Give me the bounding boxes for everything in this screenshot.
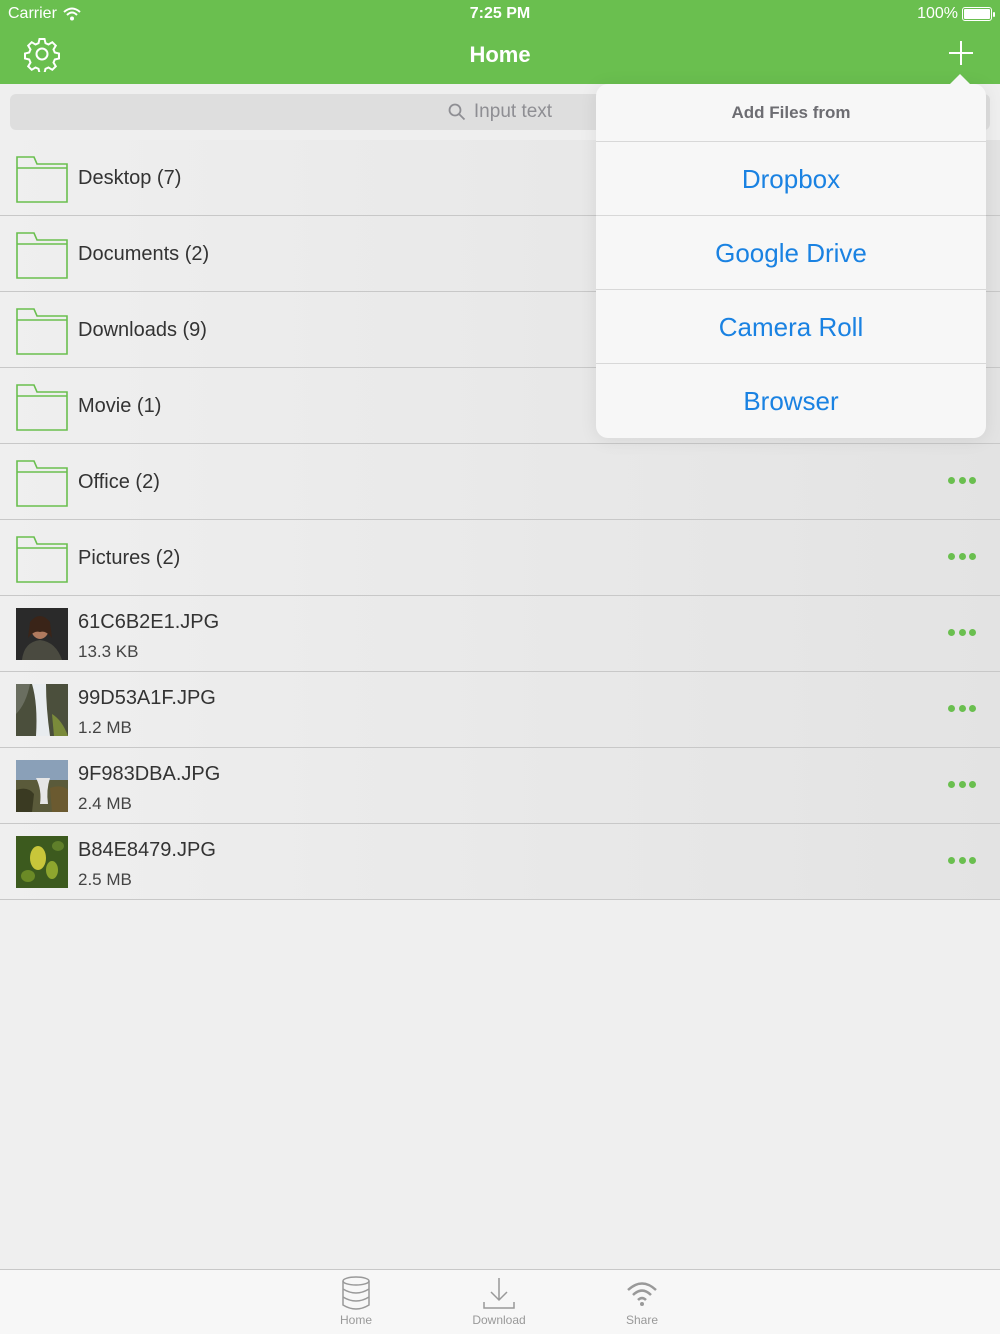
- battery-percent: 100%: [917, 5, 958, 22]
- item-name: 61C6B2E1.JPG: [78, 611, 220, 633]
- page-title: Home: [469, 42, 531, 67]
- database-icon: [342, 1276, 370, 1310]
- folder-icon: [16, 156, 68, 203]
- list-item[interactable]: 99D53A1F.JPG 1.2 MB: [0, 672, 1000, 748]
- search-icon: [448, 103, 466, 121]
- list-item[interactable]: 61C6B2E1.JPG 13.3 KB: [0, 596, 1000, 672]
- tab-label: Share: [625, 1313, 659, 1327]
- download-icon: [483, 1278, 515, 1309]
- item-size: 2.5 MB: [78, 870, 132, 889]
- photo-thumbnail: [16, 836, 68, 888]
- plus-icon[interactable]: [948, 40, 974, 66]
- item-name: Documents (2): [78, 243, 210, 265]
- folder-icon: [16, 232, 68, 279]
- list-item[interactable]: Office (2): [0, 444, 1000, 520]
- more-icon[interactable]: [948, 705, 976, 715]
- item-name: Movie (1): [78, 395, 162, 417]
- add-files-popover: Add Files from Dropbox Google Drive Came…: [596, 74, 986, 438]
- wifi-icon: [627, 1282, 657, 1306]
- battery-indicator: 100%: [917, 5, 995, 23]
- folder-icon: [16, 536, 68, 583]
- item-name: 9F983DBA.JPG: [78, 763, 221, 785]
- dropbox-option[interactable]: Dropbox: [596, 142, 986, 216]
- tab-share[interactable]: Share: [597, 1276, 687, 1327]
- folder-icon: [16, 308, 68, 355]
- item-name: Office (2): [78, 471, 160, 493]
- tab-home[interactable]: Home: [311, 1276, 401, 1327]
- item-size: 2.4 MB: [78, 794, 132, 813]
- more-icon[interactable]: [948, 781, 976, 791]
- list-item[interactable]: Pictures (2): [0, 520, 1000, 596]
- navigation-bar: Carrier 7:25 PM 100% Home: [0, 0, 1000, 84]
- search-placeholder: Input text: [473, 101, 553, 122]
- status-bar: Carrier 7:25 PM 100%: [0, 0, 1000, 28]
- photo-thumbnail: [16, 760, 68, 812]
- tab-label: Home: [339, 1313, 372, 1327]
- status-time: 7:25 PM: [469, 5, 531, 22]
- list-item[interactable]: 9F983DBA.JPG 2.4 MB: [0, 748, 1000, 824]
- more-icon[interactable]: [948, 629, 976, 639]
- tab-bar: Home Download Share: [0, 1269, 1000, 1334]
- item-name: 99D53A1F.JPG: [78, 687, 216, 709]
- more-icon[interactable]: [948, 553, 976, 563]
- photo-thumbnail: [16, 684, 68, 736]
- more-icon[interactable]: [948, 857, 976, 867]
- browser-option[interactable]: Browser: [596, 364, 986, 438]
- tab-label: Download: [472, 1313, 526, 1327]
- folder-icon: [16, 384, 68, 431]
- list-item[interactable]: B84E8479.JPG 2.5 MB: [0, 824, 1000, 900]
- photo-thumbnail: [16, 608, 68, 660]
- folder-icon: [16, 460, 68, 507]
- battery-icon: [962, 7, 995, 21]
- item-name: B84E8479.JPG: [78, 839, 216, 861]
- popover-arrow: [948, 74, 972, 86]
- google-drive-option[interactable]: Google Drive: [596, 216, 986, 290]
- item-size: 1.2 MB: [78, 718, 132, 737]
- item-name: Pictures (2): [78, 547, 181, 569]
- popover-title: Add Files from: [596, 84, 986, 142]
- tab-download[interactable]: Download: [454, 1276, 544, 1327]
- item-name: Desktop (7): [78, 167, 182, 189]
- camera-roll-option[interactable]: Camera Roll: [596, 290, 986, 364]
- more-icon[interactable]: [948, 477, 976, 487]
- item-name: Downloads (9): [78, 319, 207, 341]
- item-size: 13.3 KB: [78, 642, 139, 661]
